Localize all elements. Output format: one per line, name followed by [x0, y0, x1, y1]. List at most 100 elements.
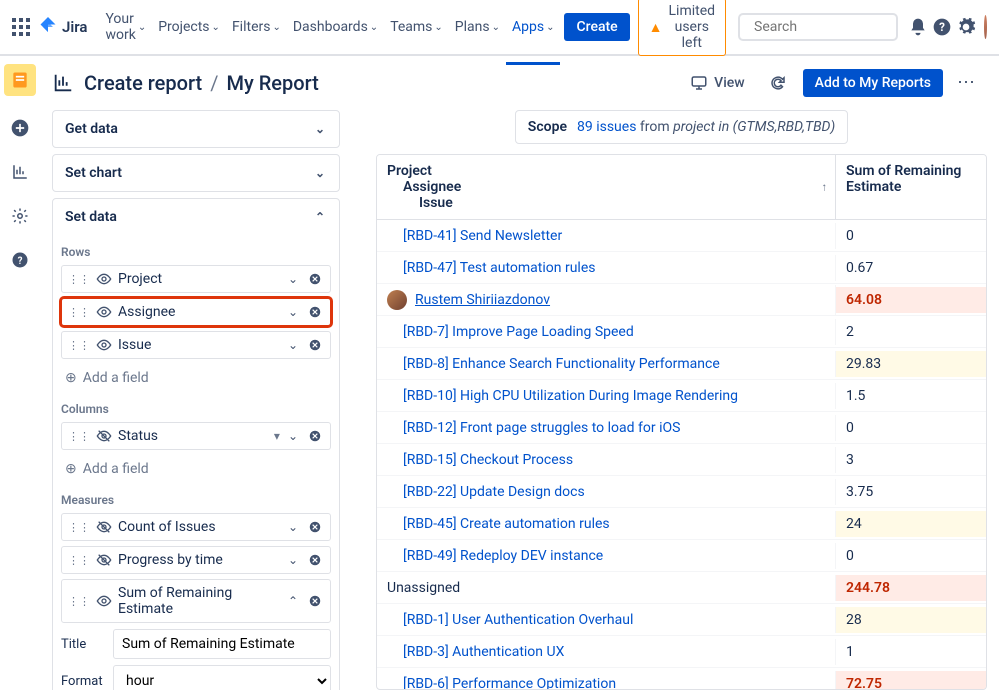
table-row: [RBD-41] Send Newsletter0: [377, 220, 986, 252]
eye-icon[interactable]: [96, 337, 112, 353]
settings-icon[interactable]: [956, 15, 976, 39]
assignee-avatar: [387, 290, 407, 310]
chevron-up-icon: ⌃: [313, 210, 327, 224]
issue-link[interactable]: [RBD-15] Checkout Process: [403, 452, 573, 468]
monitor-icon: [690, 74, 708, 92]
chevron-down-icon[interactable]: ⌄: [286, 520, 300, 534]
search-input[interactable]: [754, 19, 932, 35]
app-tile[interactable]: [4, 64, 36, 96]
chevron-up-icon[interactable]: ⌃: [286, 594, 300, 608]
chevron-down-icon[interactable]: ⌄: [286, 338, 300, 352]
table-row: [RBD-22] Update Design docs3.75: [377, 476, 986, 508]
add-to-reports-button[interactable]: Add to My Reports: [803, 69, 943, 97]
eye-off-icon[interactable]: [96, 519, 112, 535]
assignee-link[interactable]: Rustem Shiriiazdonov: [415, 292, 550, 308]
svg-text:?: ?: [17, 256, 22, 267]
metric-value: 72.75: [846, 676, 882, 690]
field-progress-by-time[interactable]: ⋮⋮Progress by time⌄: [61, 546, 331, 574]
search-box[interactable]: [738, 13, 898, 41]
chevron-down-icon[interactable]: ⌄: [286, 553, 300, 567]
rail-add-icon[interactable]: [8, 116, 32, 140]
svg-text:?: ?: [939, 20, 945, 34]
field-count-of-issues[interactable]: ⋮⋮Count of Issues⌄: [61, 513, 331, 541]
notifications-icon[interactable]: [908, 15, 928, 39]
issue-link[interactable]: [RBD-12] Front page struggles to load fo…: [403, 420, 680, 436]
eye-off-icon[interactable]: [96, 428, 112, 444]
rail-gear-icon[interactable]: [8, 204, 32, 228]
drag-handle-icon[interactable]: ⋮⋮: [68, 430, 90, 443]
app-switcher-icon[interactable]: [12, 15, 30, 39]
refresh-button[interactable]: [763, 68, 793, 98]
drag-handle-icon[interactable]: ⋮⋮: [68, 554, 90, 567]
breadcrumb-root[interactable]: Create report: [84, 71, 202, 95]
nav-projects[interactable]: Projects⌄: [152, 7, 226, 47]
eye-icon[interactable]: [96, 271, 112, 287]
metric-value: 2: [846, 324, 854, 340]
add-row-field[interactable]: ⊕ Add a field: [61, 364, 331, 392]
remove-icon[interactable]: [306, 520, 324, 534]
scope-issues-link[interactable]: 89 issues: [577, 119, 636, 135]
column-header-group[interactable]: Project Assignee Issue ↑: [377, 155, 836, 219]
chevron-down-icon[interactable]: ⌄: [286, 305, 300, 319]
format-select[interactable]: hour: [113, 665, 331, 690]
nav-filters[interactable]: Filters⌄: [226, 7, 287, 47]
issue-link[interactable]: [RBD-3] Authentication UX: [403, 644, 564, 660]
field-sum-of-remaining-estimate[interactable]: ⋮⋮Sum of Remaining Estimate⌃: [61, 579, 331, 623]
drag-handle-icon[interactable]: ⋮⋮: [68, 339, 90, 352]
remove-icon[interactable]: [306, 594, 324, 608]
chevron-down-icon[interactable]: ⌄: [286, 272, 300, 286]
nav-your-work[interactable]: Your work⌄: [99, 7, 152, 47]
nav-dashboards[interactable]: Dashboards⌄: [287, 7, 384, 47]
drag-handle-icon[interactable]: ⋮⋮: [68, 306, 90, 319]
chevron-down-icon[interactable]: ⌄: [286, 429, 300, 443]
issue-link[interactable]: [RBD-41] Send Newsletter: [403, 228, 562, 244]
issue-link[interactable]: [RBD-47] Test automation rules: [403, 260, 596, 276]
view-button[interactable]: View: [682, 68, 753, 98]
field-label: Issue: [118, 337, 280, 353]
set-data-section[interactable]: Set data ⌃: [53, 199, 339, 235]
metric-value: 0.67: [846, 260, 873, 276]
nav-apps[interactable]: Apps⌄: [506, 7, 560, 47]
add-column-field[interactable]: ⊕ Add a field: [61, 455, 331, 483]
create-button[interactable]: Create: [564, 13, 629, 41]
set-chart-section[interactable]: Set chart ⌄: [53, 155, 339, 191]
eye-icon[interactable]: [96, 593, 112, 609]
nav-teams[interactable]: Teams⌄: [384, 7, 449, 47]
issue-link[interactable]: [RBD-22] Update Design docs: [403, 484, 585, 500]
jira-logo[interactable]: Jira: [38, 17, 87, 37]
rail-help-icon[interactable]: ?: [8, 248, 32, 272]
title-input[interactable]: [113, 629, 331, 659]
drag-handle-icon[interactable]: ⋮⋮: [68, 273, 90, 286]
nav-plans[interactable]: Plans⌄: [449, 7, 506, 47]
issue-link[interactable]: [RBD-8] Enhance Search Functionality Per…: [403, 356, 720, 372]
chevron-down-icon: ⌄: [313, 166, 327, 180]
drag-handle-icon[interactable]: ⋮⋮: [68, 595, 90, 608]
remove-icon[interactable]: [306, 272, 324, 286]
help-icon[interactable]: ?: [932, 15, 952, 39]
drag-handle-icon[interactable]: ⋮⋮: [68, 521, 90, 534]
issue-link[interactable]: [RBD-49] Redeploy DEV instance: [403, 548, 603, 564]
issue-link[interactable]: [RBD-7] Improve Page Loading Speed: [403, 324, 634, 340]
table-row: [RBD-7] Improve Page Loading Speed 2: [377, 316, 986, 348]
eye-off-icon[interactable]: [96, 552, 112, 568]
issue-link[interactable]: [RBD-1] User Authentication Overhaul: [403, 612, 633, 628]
field-issue[interactable]: ⋮⋮ Issue ⌄: [61, 331, 331, 359]
limited-users-button[interactable]: ▲ Limited users left: [638, 0, 726, 56]
remove-icon[interactable]: [306, 553, 324, 567]
remove-icon[interactable]: [306, 338, 324, 352]
more-menu-button[interactable]: ⋯: [953, 68, 979, 98]
rail-chart-icon[interactable]: [8, 160, 32, 184]
issue-link[interactable]: [RBD-45] Create automation rules: [403, 516, 610, 532]
column-header-metric[interactable]: Sum of Remaining Estimate: [836, 155, 986, 219]
field-status[interactable]: ⋮⋮Status▾⌄: [61, 422, 331, 450]
sort-icon[interactable]: ↑: [822, 181, 828, 194]
field-assignee[interactable]: ⋮⋮Assignee⌄: [61, 298, 331, 326]
remove-icon[interactable]: [306, 305, 324, 319]
remove-icon[interactable]: [306, 429, 324, 443]
issue-link[interactable]: [RBD-6] Performance Optimization: [403, 676, 616, 690]
get-data-section[interactable]: Get data ⌄: [53, 111, 339, 147]
field-project[interactable]: ⋮⋮Project⌄: [61, 265, 331, 293]
user-avatar[interactable]: [984, 15, 987, 39]
eye-icon[interactable]: [96, 304, 112, 320]
issue-link[interactable]: [RBD-10] High CPU Utilization During Ima…: [403, 388, 738, 404]
